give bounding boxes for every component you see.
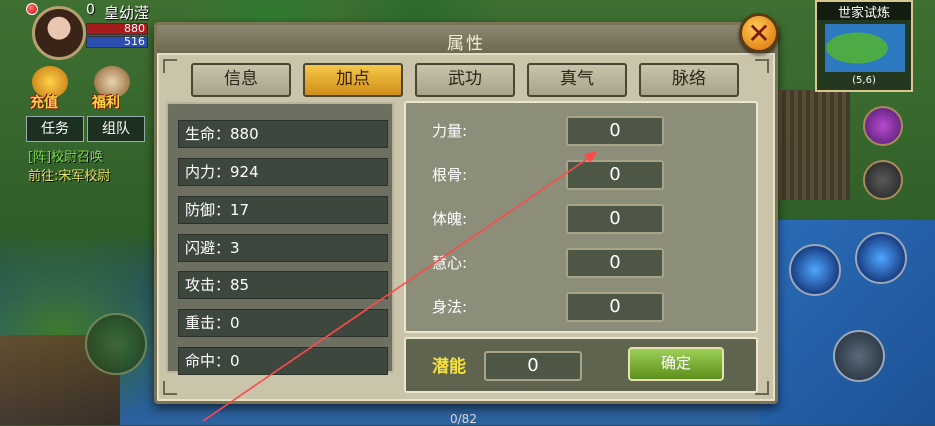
potential-value: 0	[484, 351, 582, 381]
tab-meridians[interactable]: 脉络	[639, 63, 739, 97]
tab-add-points[interactable]: 加点	[303, 63, 403, 97]
player-level: 0	[86, 2, 95, 18]
attr-strength-label: 力量:	[432, 122, 468, 140]
team-button[interactable]: 组队	[87, 116, 145, 142]
attr-wisdom-value[interactable]: 0	[566, 248, 664, 278]
close-button[interactable]: ✕	[739, 13, 779, 53]
task-button[interactable]: 任务	[26, 116, 84, 142]
tab-info[interactable]: 信息	[191, 63, 291, 97]
recharge-label: 充值	[30, 95, 58, 111]
attr-constitution-value[interactable]: 0	[566, 160, 664, 190]
attr-constitution-label: 根骨:	[432, 166, 468, 184]
quest-title[interactable]: [阵]校尉召唤	[28, 146, 103, 165]
tab-martial-arts[interactable]: 武功	[415, 63, 515, 97]
stat-accuracy: 命中：0	[178, 347, 388, 375]
thunder-skill-icon[interactable]	[855, 232, 907, 284]
stat-hp: 生命：880	[178, 120, 388, 148]
welfare-button[interactable]: 福利	[88, 64, 140, 112]
minimap-map	[825, 24, 905, 72]
corner-ornament	[755, 59, 769, 73]
attribute-points-panel: 力量: 0 根骨: 0 体魄: 0 慧心: 0 身法: 0	[404, 101, 758, 333]
attr-wisdom-label: 慧心:	[432, 254, 468, 272]
lightning-skill-icon[interactable]	[789, 244, 841, 296]
recharge-button[interactable]: 充值	[26, 64, 78, 112]
quest-target[interactable]: 前往:宋军校尉	[28, 165, 110, 184]
confirm-button[interactable]: 确定	[628, 347, 724, 381]
minimap[interactable]: 世家试炼 (5,6)	[815, 0, 913, 92]
sword-attack-icon[interactable]	[833, 330, 885, 382]
gem-icon[interactable]	[863, 106, 903, 146]
stat-critical: 重击：0	[178, 309, 388, 337]
attr-agility-value[interactable]: 0	[566, 292, 664, 322]
close-icon: ✕	[747, 17, 771, 50]
dialog-title: 属性	[447, 34, 485, 54]
attribute-dialog: 属性 信息 加点 武功 真气 脉络 生命：880 内力：924 防御：17 闪避…	[154, 22, 778, 404]
mp-value: 516	[124, 35, 145, 48]
potential-label: 潜能	[432, 357, 466, 377]
potential-panel: 潜能 0 确定	[404, 337, 758, 393]
wooden-building	[770, 90, 850, 200]
player-avatar[interactable]	[32, 6, 86, 60]
minimap-coords: (5,6)	[852, 75, 876, 86]
stat-defense: 防御：17	[178, 196, 388, 224]
corner-ornament	[163, 381, 177, 395]
bag-counter: 0/82	[450, 412, 477, 426]
welfare-label: 福利	[92, 95, 120, 111]
mp-bar: 516	[86, 35, 148, 48]
water-area	[760, 220, 935, 425]
player-name: 皇幼滢	[104, 4, 150, 22]
corner-ornament	[163, 59, 177, 73]
joystick-orb[interactable]	[85, 313, 147, 375]
tab-true-qi[interactable]: 真气	[527, 63, 627, 97]
attr-physique-label: 体魄:	[432, 210, 468, 228]
attr-physique-value[interactable]: 0	[566, 204, 664, 234]
stats-panel: 生命：880 内力：924 防御：17 闪避：3 攻击：85 重击：0 命中：0	[166, 102, 394, 375]
stat-dodge: 闪避：3	[178, 234, 388, 262]
stat-internal-power: 内力：924	[178, 158, 388, 186]
notification-dot	[26, 3, 38, 15]
attr-agility-label: 身法:	[432, 298, 468, 316]
attr-strength-value[interactable]: 0	[566, 116, 664, 146]
hp-value: 880	[124, 22, 145, 35]
stat-attack: 攻击：85	[178, 271, 388, 299]
switch-icon[interactable]	[863, 160, 903, 200]
hp-bar: 880	[86, 22, 148, 35]
minimap-title: 世家试炼	[817, 2, 911, 21]
dialog-header: 属性	[157, 25, 775, 55]
